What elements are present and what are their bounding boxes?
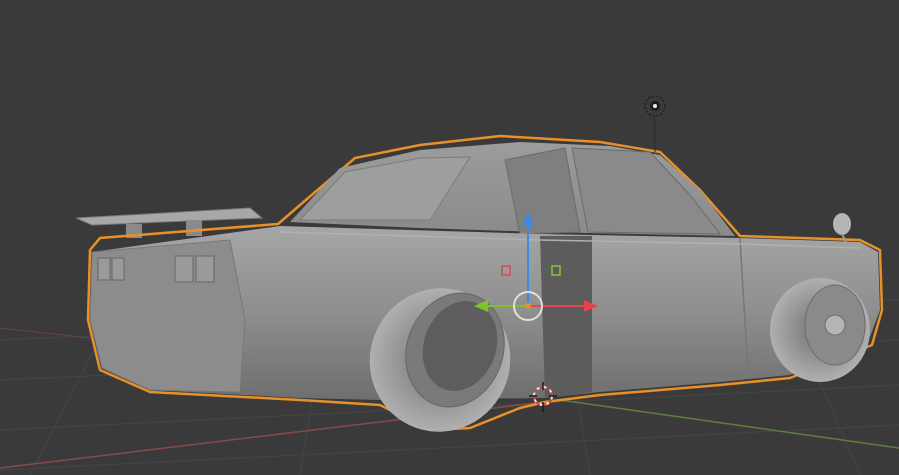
- world-y-axis: [559, 399, 899, 449]
- light-icon[interactable]: [644, 95, 666, 152]
- viewport-canvas[interactable]: [0, 0, 899, 475]
- world-x-axis-left: [0, 327, 91, 339]
- front-wheel[interactable]: [770, 278, 870, 382]
- side-mirror[interactable]: [833, 213, 851, 243]
- 3d-viewport[interactable]: [0, 0, 899, 475]
- object-origin: [525, 303, 531, 309]
